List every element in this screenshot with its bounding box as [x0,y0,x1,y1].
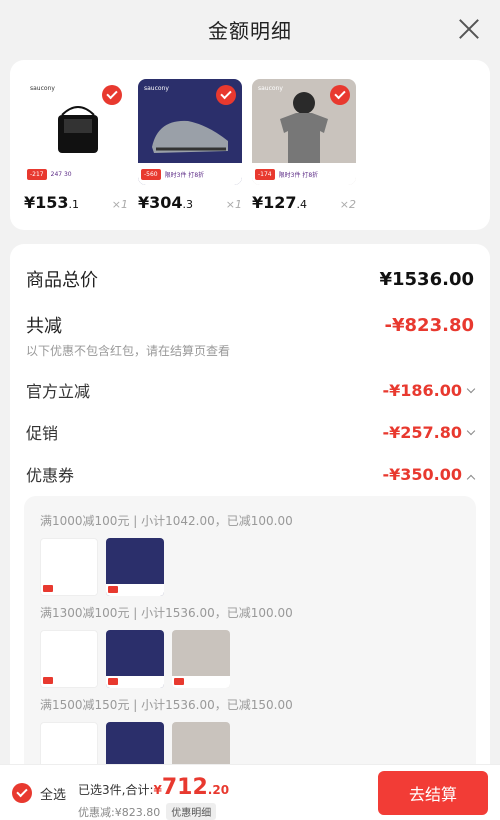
discount-note: 以下优惠不包含红包，请在结算页查看 [26,344,231,358]
product-check-icon[interactable] [102,85,122,105]
promo-strip: -560 限时3件 打8折 [138,163,242,185]
coupon-product-thumb [172,630,230,688]
bag-image [58,106,98,153]
header: 金额明细 [0,0,500,58]
coupon-product-thumb [40,538,98,596]
brand-logo: saucony [144,85,169,92]
promo-text: 限时3件 打8折 [164,171,205,179]
product-price: ¥127.4 [252,193,308,212]
select-all-label[interactable]: 全选 [40,784,66,803]
discount-detail-badge[interactable]: 优惠明细 [166,803,217,820]
tshirt-model-image [280,92,328,163]
shoe-image [152,120,228,153]
product-check-icon[interactable] [330,85,350,105]
product-price: ¥304.3 [138,193,194,212]
coupon-label: 优惠券 [26,466,75,485]
coupon-product-thumb [40,630,98,688]
reduce-value: -¥823.80 [384,314,474,336]
official-label: 官方立减 [26,382,91,401]
product-image[interactable]: saucony -560 限时3件 打8折 [138,79,242,185]
promo-row[interactable]: 促销 -¥257.80 [26,420,476,444]
total-value: ¥1536.00 [379,268,474,290]
product-item[interactable]: saucony -217 247 30 ¥153.1 ×1 [24,79,128,212]
total-row: 商品总价 ¥1536.00 [26,266,474,292]
checkout-button[interactable]: 去结算 [378,771,488,815]
discount-text: 优惠减:¥823.80 [78,805,161,819]
coupon-product-thumb [106,630,164,688]
promo-strip: -174 限时3件 打8折 [252,163,356,185]
promo-strip: -217 247 30 [24,163,128,185]
product-qty: ×1 [111,198,128,211]
total-label: 商品总价 [26,270,98,291]
coupon-product-thumb [106,538,164,596]
reduce-label: 共减 [26,316,62,337]
reduce-row: 共减 -¥823.80 [26,312,474,338]
coupon-rule: 满1300减100元 | 小计1536.00，已减100.00 [40,606,293,620]
product-item[interactable]: saucony -560 限时3件 打8折 ¥304.3 ×1 [138,79,242,212]
close-icon[interactable] [458,18,480,40]
product-check-icon[interactable] [216,85,236,105]
official-row[interactable]: 官方立减 -¥186.00 [26,378,476,402]
total-summary: 已选3件,合计:¥712.20 [78,775,230,800]
promo-value: -¥257.80 [382,422,462,442]
coupon-rule: 满1000减100元 | 小计1042.00，已减100.00 [40,514,293,528]
total-amount: 712 [161,775,208,800]
official-value: -¥186.00 [382,380,462,400]
bottom-bar: 全选 已选3件,合计:¥712.20 优惠减:¥823.80 优惠明细 去结算 [0,764,500,820]
page-title: 金额明细 [208,18,292,43]
select-all-check-icon[interactable] [12,783,32,803]
product-qty: ×1 [225,198,242,211]
promo-text: 限时3件 打8折 [278,171,319,179]
coupon-value: -¥350.00 [382,464,462,484]
product-image[interactable]: saucony -174 限时3件 打8折 [252,79,356,185]
coupon-row[interactable]: 优惠券 -¥350.00 [26,462,476,486]
chevron-down-icon[interactable] [466,426,476,435]
promo-text: 247 30 [50,170,72,178]
chevron-up-icon[interactable] [466,474,476,483]
brand-logo: saucony [30,85,55,92]
chevron-down-icon[interactable] [466,384,476,393]
coupon-rule: 满1500减150元 | 小计1536.00，已减150.00 [40,698,293,712]
product-qty: ×2 [339,198,356,211]
promo-tag: -560 [141,168,161,180]
products-card: saucony -217 247 30 ¥153.1 ×1 saucony -5… [10,60,490,230]
product-price: ¥153.1 [24,193,80,212]
promo-label: 促销 [26,424,59,443]
promo-tag: -174 [255,168,275,180]
product-item[interactable]: saucony -174 限时3件 打8折 ¥127.4 ×2 [252,79,356,212]
product-image[interactable]: saucony -217 247 30 [24,79,128,185]
promo-tag: -217 [27,168,47,180]
discount-summary: 优惠减:¥823.80 优惠明细 [78,803,217,820]
detail-card: 商品总价 ¥1536.00 共减 -¥823.80 以下优惠不包含红包，请在结算… [10,244,490,820]
